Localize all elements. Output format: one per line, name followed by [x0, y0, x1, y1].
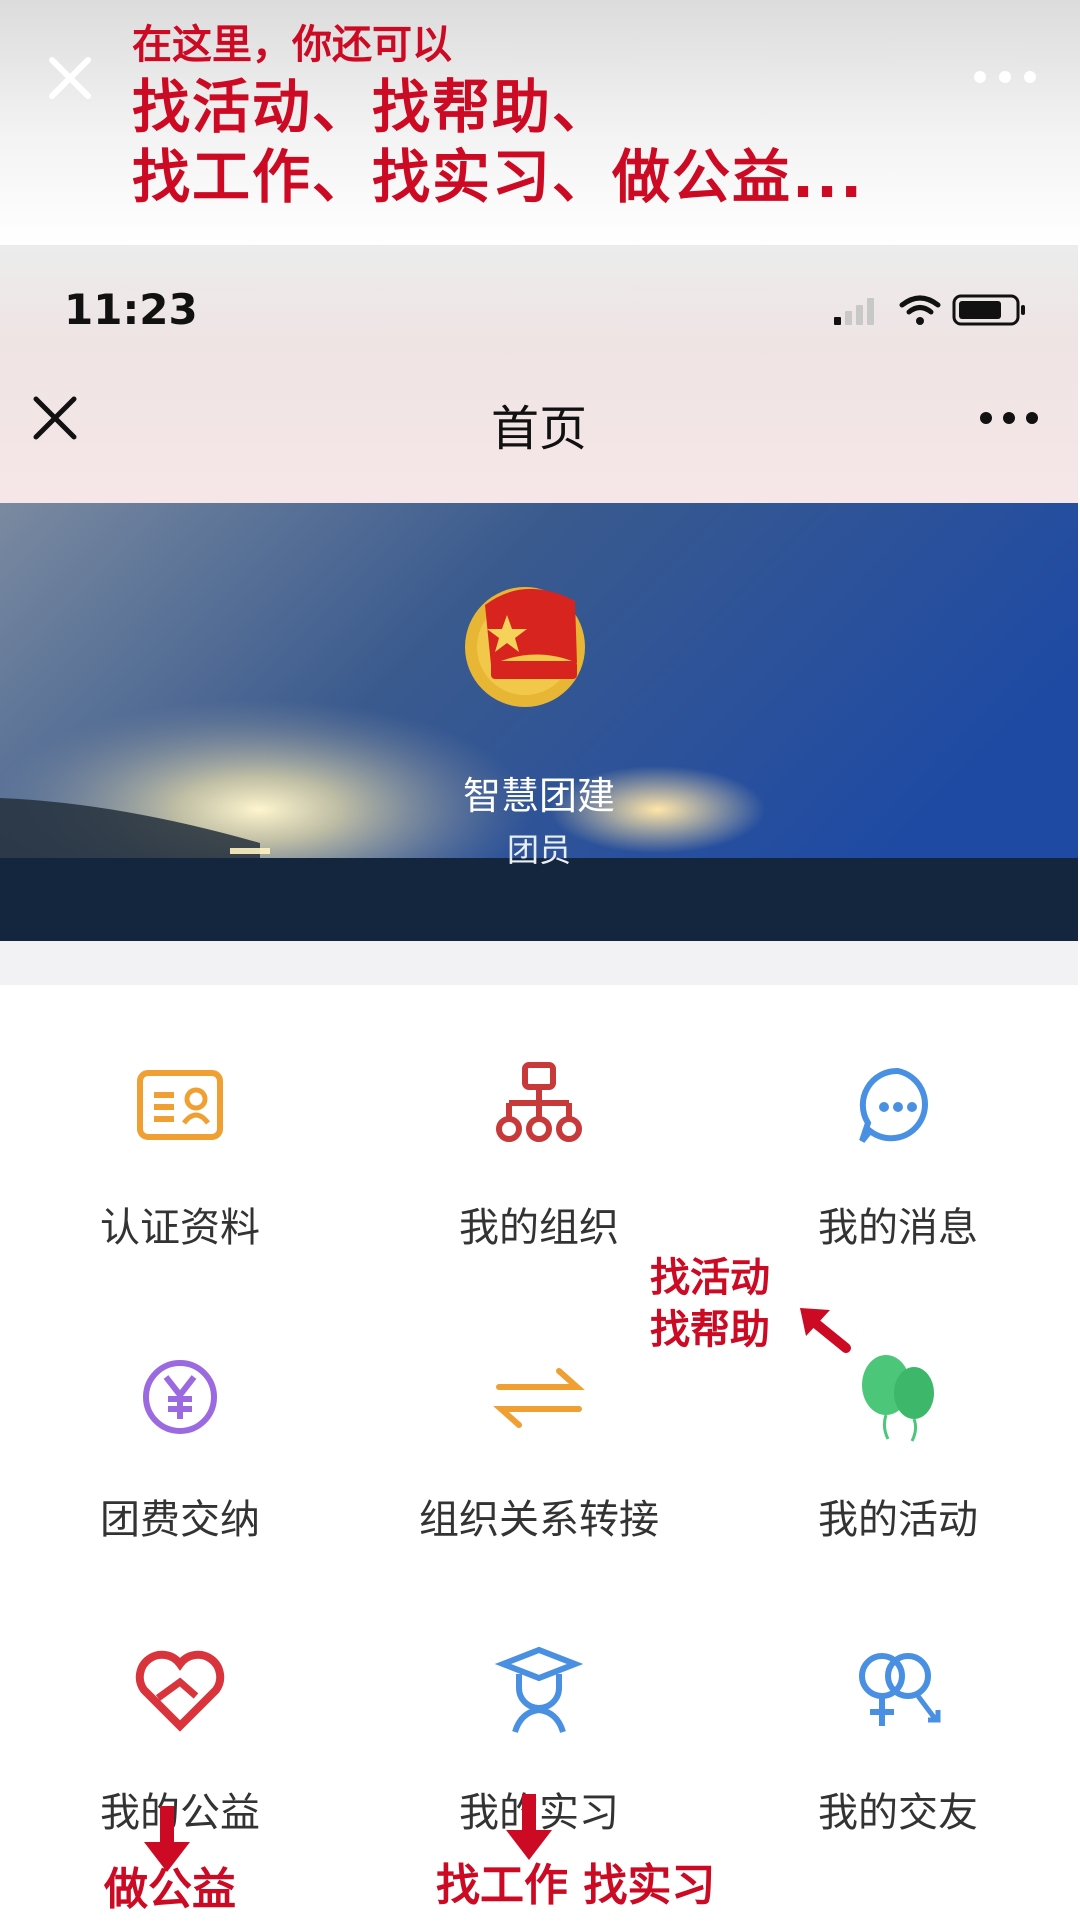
annotation-line: 找活动: [650, 1255, 770, 1301]
gender-icon: [859, 1653, 941, 1726]
chat-bubble-icon: [859, 1067, 929, 1143]
menu-item-friends[interactable]: 我的交友: [718, 1630, 1078, 1890]
section-divider: [0, 941, 1078, 985]
menu-item-messages[interactable]: 我的消息: [718, 1045, 1078, 1305]
promo-line-3: 找工作、找实习、做公益...: [132, 143, 865, 211]
menu-label: 我的交友: [818, 1790, 978, 1836]
transfer-arrows-icon: [493, 1368, 585, 1428]
heart-hand-icon: [135, 1650, 225, 1732]
menu-label: 组织关系转接: [419, 1497, 659, 1543]
menu-label: 我的组织: [459, 1205, 619, 1251]
phone-screen: 11:23 首页 智慧团建 团员 认证资料 我的组织 我的消息 团费交纳 组织关…: [0, 245, 1078, 1921]
annotation-activity: 找活动 找帮助: [650, 1252, 770, 1356]
status-bar: 11:23: [0, 245, 1078, 345]
league-emblem-icon: [465, 587, 585, 707]
yen-icon: [143, 1360, 217, 1434]
app-title: 智慧团建: [462, 774, 615, 818]
menu-item-verification[interactable]: 认证资料: [0, 1045, 360, 1305]
more-icon[interactable]: [978, 405, 1040, 431]
promo-headline: 在这里，你还可以 找活动、找帮助、 找工作、找实习、做公益...: [132, 18, 864, 212]
annotation-work: 找工作 找实习: [436, 1860, 716, 1911]
more-icon[interactable]: [970, 62, 1040, 92]
balloons-icon: [862, 1355, 934, 1442]
promo-line-2: 找活动、找帮助、: [132, 73, 613, 141]
status-icons: [834, 294, 1025, 326]
menu-label: 我的消息: [818, 1205, 978, 1251]
menu-item-dues[interactable]: 团费交纳: [0, 1337, 360, 1597]
nav-bar: 首页: [0, 345, 1078, 503]
status-time: 11:23: [64, 285, 198, 334]
arrow-up-left-icon: [800, 1308, 851, 1353]
menu-label: 认证资料: [100, 1205, 260, 1251]
menu-item-activities[interactable]: 我的活动: [718, 1337, 1078, 1597]
menu-label: 我的活动: [818, 1497, 978, 1543]
id-card-icon: [137, 1070, 223, 1140]
org-chart-icon: [496, 1062, 582, 1142]
close-icon[interactable]: [48, 56, 92, 100]
menu-item-transfer[interactable]: 组织关系转接: [359, 1337, 719, 1597]
page-title: 首页: [490, 401, 587, 457]
annotation-charity: 做公益: [104, 1864, 236, 1915]
wifi-icon: [899, 295, 941, 325]
annotation-line: 找帮助: [650, 1307, 770, 1353]
arrow-down-icon: [506, 1794, 552, 1860]
promo-line-1: 在这里，你还可以: [132, 22, 452, 68]
graduate-icon: [494, 1646, 584, 1733]
promo-banner: 在这里，你还可以 找活动、找帮助、 找工作、找实习、做公益...: [0, 0, 1080, 245]
user-role: 团员: [506, 831, 571, 869]
menu-label: 团费交纳: [100, 1497, 260, 1543]
battery-icon: [952, 294, 1025, 326]
signal-icon: [834, 298, 874, 325]
